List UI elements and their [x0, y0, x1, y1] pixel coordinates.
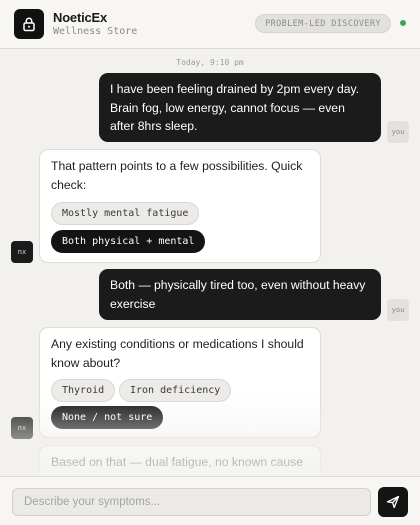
lock-icon: [23, 17, 35, 32]
message-text: Both — physically tired too, even withou…: [110, 278, 366, 311]
brand-logo: [14, 9, 44, 39]
assistant-avatar: nx: [11, 417, 33, 439]
user-message: I have been feeling drained by 2pm every…: [99, 73, 381, 142]
mode-badge: PROBLEM-LED DISCOVERY: [255, 14, 391, 33]
composer-bar: [0, 476, 420, 525]
option-chip[interactable]: Thyroid: [51, 379, 116, 402]
send-button[interactable]: [378, 487, 408, 517]
option-chip[interactable]: Iron deficiency: [119, 379, 232, 402]
user-avatar: you: [387, 121, 409, 143]
option-chip[interactable]: Mostly mental fatigue: [51, 202, 200, 225]
app-header: NoeticEx Wellness Store PROBLEM-LED DISC…: [0, 0, 420, 49]
user-avatar: you: [387, 299, 409, 321]
online-status-dot: [400, 20, 406, 26]
user-message: Both — physically tired too, even withou…: [99, 269, 381, 320]
brand-subtitle: Wellness Store: [53, 26, 138, 37]
brand-name: NoeticEx: [53, 10, 108, 25]
message-text: That pattern points to a few possibiliti…: [51, 159, 303, 192]
message-text: Any existing conditions or medications I…: [51, 337, 304, 370]
chat-timestamp: Today, 9:10 pm: [176, 58, 244, 67]
symptom-input[interactable]: [12, 488, 371, 516]
message-text: I have been feeling drained by 2pm every…: [110, 82, 360, 133]
send-icon: [386, 495, 400, 509]
option-chip-selected[interactable]: Both physical + mental: [51, 230, 206, 253]
assistant-avatar: nx: [11, 241, 33, 263]
message-text: Based on that — dual fatigue, no known c…: [51, 455, 304, 469]
option-chip-selected[interactable]: None / not sure: [51, 406, 164, 429]
